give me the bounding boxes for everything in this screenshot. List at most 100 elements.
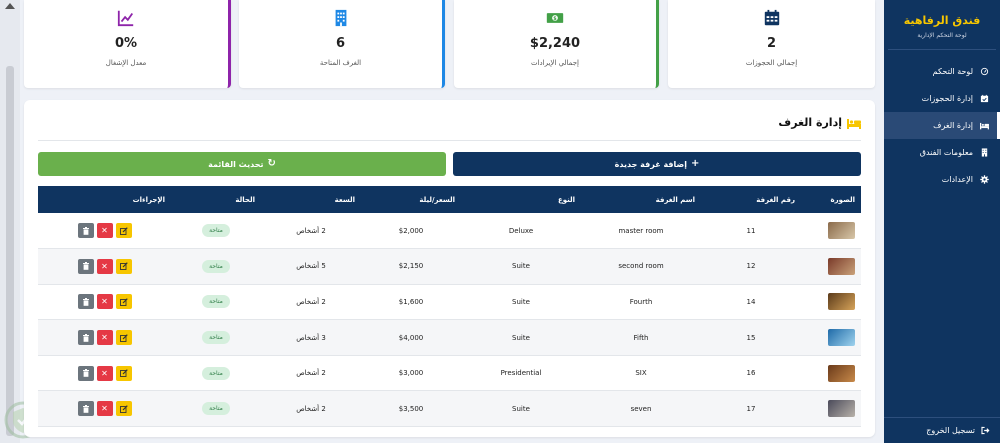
logout-label: تسجيل الخروج	[926, 426, 975, 435]
room-capacity: 2 أشخاص	[296, 369, 326, 378]
room-name: seven	[630, 404, 652, 413]
disable-button[interactable]: ✕	[96, 330, 113, 346]
stat-card-available-rooms: 6 الغرف المتاحة	[239, 0, 445, 88]
stat-card-revenue: $ $2,240 إجمالي الإيرادات	[454, 0, 659, 88]
status-badge: متاحة	[202, 331, 230, 345]
edit-button[interactable]	[115, 294, 132, 310]
disable-button[interactable]: ✕	[96, 223, 113, 239]
delete-button[interactable]	[77, 330, 94, 346]
svg-text:$: $	[553, 16, 557, 22]
room-thumbnail[interactable]	[828, 329, 855, 347]
table-row: 14 Fourth Suite $1,600 2 أشخاص متاحة ✕	[38, 284, 861, 320]
room-thumbnail[interactable]	[828, 257, 855, 275]
actions-cell: ✕	[38, 391, 171, 427]
scroll-up-arrow[interactable]	[5, 3, 15, 9]
table-row: 17 seven Suite $3,500 2 أشخاص متاحة ✕	[38, 390, 861, 427]
close-icon: ✕	[101, 297, 108, 307]
stat-card-occupancy: 0% معدل الإشغال	[24, 0, 231, 88]
edit-button[interactable]	[115, 258, 132, 274]
disable-button[interactable]: ✕	[96, 258, 113, 274]
room-image-cell	[801, 213, 861, 249]
delete-button[interactable]	[77, 223, 94, 239]
delete-button[interactable]	[77, 401, 94, 417]
logout-button[interactable]: تسجيل الخروج	[884, 417, 1000, 443]
disable-button[interactable]: ✕	[96, 365, 113, 381]
status-badge: متاحة	[202, 259, 230, 273]
disable-button[interactable]: ✕	[96, 401, 113, 417]
room-thumbnail[interactable]	[828, 400, 855, 418]
sidebar-item-hotel-info[interactable]: معلومات الفندق	[884, 139, 1000, 166]
room-capacity: 5 أشخاص	[296, 262, 326, 271]
sidebar-item-label: معلومات الفندق	[919, 148, 973, 157]
delete-button[interactable]	[77, 294, 94, 310]
room-number: 15	[746, 333, 756, 342]
edit-icon	[119, 405, 128, 413]
sidebar-item-bookings[interactable]: إدارة الحجوزات	[884, 85, 1000, 112]
trash-icon	[82, 369, 89, 377]
trash-icon	[82, 404, 89, 413]
edit-button[interactable]	[115, 365, 132, 381]
column-header-type: النوع	[557, 195, 575, 204]
status-badge: متاحة	[202, 295, 230, 309]
delete-button[interactable]	[77, 258, 94, 274]
page-scrollbar[interactable]	[0, 0, 20, 443]
edit-button[interactable]	[115, 223, 132, 239]
table-row: 15 Fifth Suite $4,000 3 أشخاص متاحة ✕	[38, 319, 861, 356]
actions-cell: ✕	[38, 249, 171, 285]
add-room-button[interactable]: + إضافة غرفة جديدة	[453, 152, 861, 176]
room-number: 12	[746, 262, 756, 271]
stat-card-bookings: 2 إجمالي الحجوزات	[668, 0, 875, 88]
close-icon: ✕	[101, 333, 108, 343]
room-image-cell	[801, 320, 861, 356]
refresh-list-button[interactable]: ↻ تحديث القائمة	[38, 152, 446, 176]
room-thumbnail[interactable]	[828, 293, 855, 311]
column-header-status: الحالة	[235, 195, 255, 204]
scrollbar-thumb[interactable]	[6, 66, 14, 436]
sign-out-icon	[981, 426, 990, 435]
room-number: 11	[746, 226, 756, 235]
room-image-cell	[801, 284, 861, 320]
status-cell: متاحة	[171, 284, 261, 320]
close-icon: ✕	[101, 404, 108, 414]
trash-icon	[82, 226, 89, 235]
room-price: $4,000	[398, 333, 424, 342]
edit-button[interactable]	[115, 401, 132, 417]
brand-title: فندق الرفاهية	[903, 14, 981, 27]
room-capacity: 2 أشخاص	[296, 226, 326, 235]
status-badge: متاحة	[202, 224, 230, 238]
plus-icon: +	[691, 158, 700, 169]
trash-icon	[82, 262, 89, 271]
sidebar-item-rooms[interactable]: إدارة الغرف	[884, 112, 1000, 139]
table-header-row: الصورة رقم الغرفة اسم الغرفة النوع السعر…	[38, 186, 861, 213]
sidebar-item-dashboard[interactable]: لوحة التحكم	[884, 58, 1000, 85]
trash-icon	[82, 333, 89, 342]
disable-button[interactable]: ✕	[96, 294, 113, 310]
refresh-list-label: تحديث القائمة	[208, 159, 264, 169]
column-header-image: الصورة	[830, 195, 855, 204]
sidebar-divider	[888, 49, 996, 50]
room-name: SIX	[635, 369, 647, 378]
calendar-check-icon	[979, 93, 990, 104]
status-cell: متاحة	[171, 355, 261, 391]
stat-label: الغرف المتاحة	[319, 59, 362, 67]
sidebar-item-label: لوحة التحكم	[932, 67, 973, 76]
room-name: master room	[618, 226, 664, 235]
stat-label: إجمالي الحجوزات	[745, 59, 798, 67]
actions-cell: ✕	[38, 284, 171, 320]
room-thumbnail[interactable]	[828, 222, 855, 240]
sidebar-item-label: إدارة الحجوزات	[921, 94, 973, 103]
dashboard-icon	[979, 66, 990, 77]
building-icon	[979, 147, 990, 158]
sidebar-item-settings[interactable]: الإعدادات	[884, 166, 1000, 193]
room-type: Suite	[512, 262, 530, 271]
room-thumbnail[interactable]	[828, 364, 855, 382]
edit-button[interactable]	[115, 330, 132, 346]
stat-value: 6	[335, 36, 346, 51]
sidebar-item-label: الإعدادات	[941, 175, 973, 184]
delete-button[interactable]	[77, 365, 94, 381]
actions-cell: ✕	[38, 320, 171, 356]
edit-icon	[119, 369, 128, 378]
edit-icon	[119, 333, 128, 342]
title-divider	[38, 140, 861, 141]
room-name: second room	[618, 262, 664, 271]
